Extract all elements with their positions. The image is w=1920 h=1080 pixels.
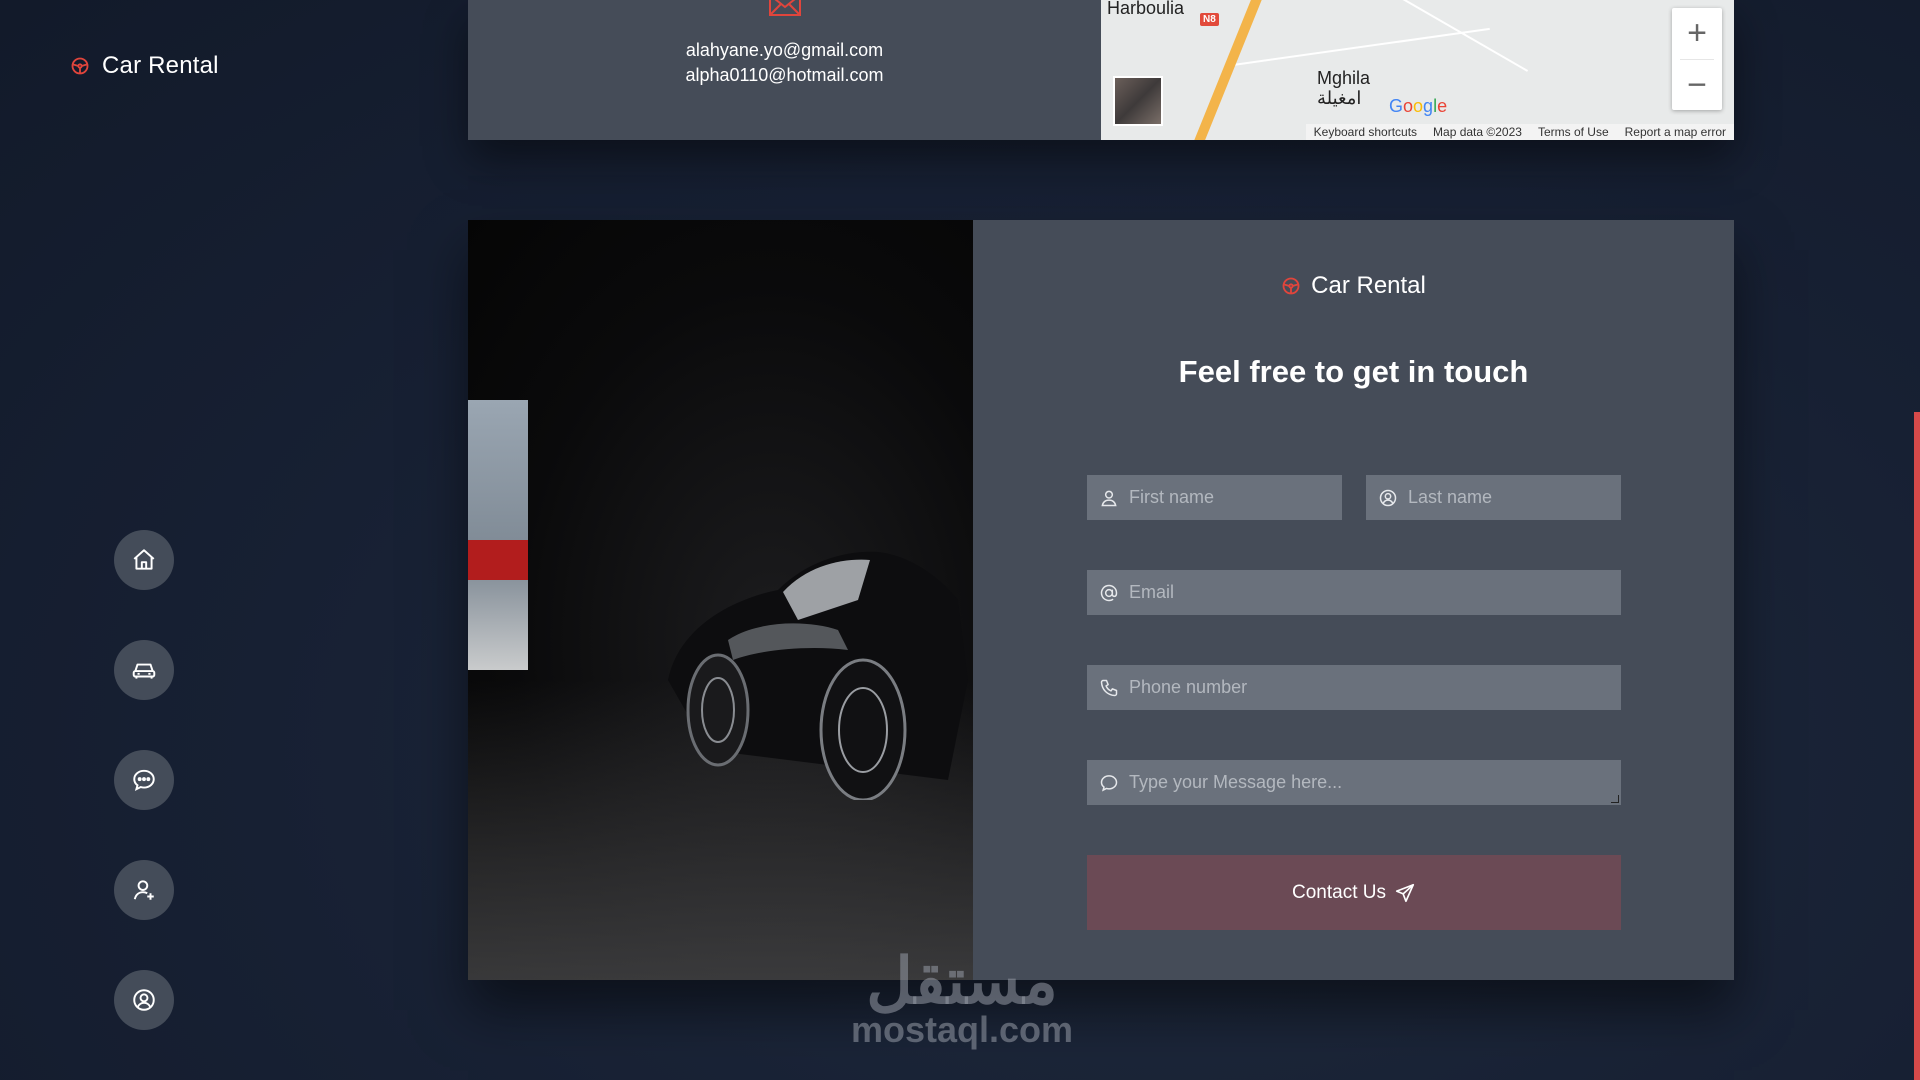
google-logo: Google bbox=[1389, 96, 1448, 116]
nav-cars-button[interactable] bbox=[114, 640, 174, 700]
contact-us-label: Contact Us bbox=[1292, 881, 1386, 903]
map-highway bbox=[1185, 0, 1271, 140]
email-link-2[interactable]: alpha0110@hotmail.com bbox=[685, 63, 883, 88]
last-name-input[interactable] bbox=[1408, 487, 1621, 508]
map-keyboard-shortcuts-link[interactable]: Keyboard shortcuts bbox=[1314, 125, 1417, 139]
email-field bbox=[1087, 570, 1621, 615]
send-icon bbox=[1395, 883, 1415, 902]
form-brand: Car Rental bbox=[973, 272, 1734, 300]
email-link-1[interactable]: alahyane.yo@gmail.com bbox=[686, 38, 883, 63]
form-title: Feel free to get in touch bbox=[1178, 354, 1529, 389]
email-block: alahyane.yo@gmail.com alpha0110@hotmail.… bbox=[468, 0, 1101, 140]
message-textarea[interactable] bbox=[1129, 772, 1621, 793]
red-truck bbox=[468, 540, 528, 580]
message-field bbox=[1087, 760, 1621, 805]
steering-wheel-icon bbox=[1282, 277, 1300, 295]
watermark-arabic: مستقل bbox=[866, 945, 1058, 1017]
scrollbar-thumb[interactable] bbox=[1914, 412, 1920, 1080]
first-name-input[interactable] bbox=[1129, 487, 1342, 508]
map-satellite-toggle[interactable] bbox=[1113, 76, 1163, 126]
steering-wheel-icon bbox=[71, 57, 89, 75]
contact-info-card: alahyane.yo@gmail.com alpha0110@hotmail.… bbox=[468, 0, 1734, 140]
garage-door-light bbox=[468, 400, 528, 670]
nav-home-button[interactable] bbox=[114, 530, 174, 590]
message-bubble-icon bbox=[1100, 774, 1118, 792]
google-map[interactable]: Harboulia N8 Mghila امغيلة Google + − Ke… bbox=[1101, 0, 1734, 140]
phone-icon bbox=[1100, 679, 1118, 696]
map-data-label: Map data ©2023 bbox=[1433, 125, 1522, 139]
map-place-label-arabic: امغيلة bbox=[1317, 88, 1362, 108]
contact-section: Car Rental Feel free to get in touch Fir… bbox=[468, 220, 1734, 980]
email-input[interactable] bbox=[1129, 582, 1621, 603]
user-plus-icon bbox=[133, 880, 154, 900]
form-brand-name: Car Rental bbox=[1311, 272, 1426, 299]
car-photo bbox=[468, 220, 973, 980]
map-place-label: Harboulia bbox=[1107, 0, 1185, 18]
mail-icon bbox=[769, 0, 801, 16]
contact-form: Car Rental Feel free to get in touch Fir… bbox=[973, 220, 1734, 980]
zoom-in-button[interactable]: + bbox=[1672, 8, 1722, 59]
map-footer: Keyboard shortcuts Map data ©2023 Terms … bbox=[1305, 124, 1734, 140]
map-report-link[interactable]: Report a map error bbox=[1625, 125, 1726, 139]
at-icon bbox=[1100, 584, 1118, 601]
nav-messages-button[interactable] bbox=[114, 750, 174, 810]
textarea-resize-handle[interactable] bbox=[1611, 795, 1619, 803]
last-name-field bbox=[1366, 475, 1621, 520]
sidebar-nav bbox=[114, 530, 174, 1030]
map-road-badge: N8 bbox=[1200, 13, 1219, 26]
nav-profile-button[interactable] bbox=[114, 970, 174, 1030]
first-name-field bbox=[1087, 475, 1342, 520]
user-icon bbox=[1101, 490, 1117, 506]
nav-add-user-button[interactable] bbox=[114, 860, 174, 920]
brand-logo[interactable]: Car Rental bbox=[70, 52, 219, 80]
mostaql-watermark: مستقل mostaql.com bbox=[842, 945, 1082, 1050]
brand-name: Car Rental bbox=[102, 52, 219, 79]
chat-icon bbox=[133, 769, 155, 792]
sports-car-silhouette bbox=[668, 551, 968, 800]
phone-field bbox=[1087, 665, 1621, 710]
zoom-out-button[interactable]: − bbox=[1672, 60, 1722, 111]
map-road bbox=[1232, 27, 1490, 67]
user-circle-icon bbox=[133, 989, 155, 1011]
contact-us-button[interactable]: Contact Us bbox=[1087, 855, 1621, 930]
user-circle-icon bbox=[1379, 489, 1397, 506]
map-place-label: Mghila bbox=[1317, 68, 1371, 88]
map-terms-link[interactable]: Terms of Use bbox=[1538, 125, 1609, 139]
car-icon bbox=[132, 663, 156, 679]
map-zoom-controls: + − bbox=[1672, 8, 1722, 110]
phone-input[interactable] bbox=[1129, 677, 1621, 698]
home-icon bbox=[133, 549, 155, 570]
watermark-latin: mostaql.com bbox=[850, 1009, 1074, 1050]
